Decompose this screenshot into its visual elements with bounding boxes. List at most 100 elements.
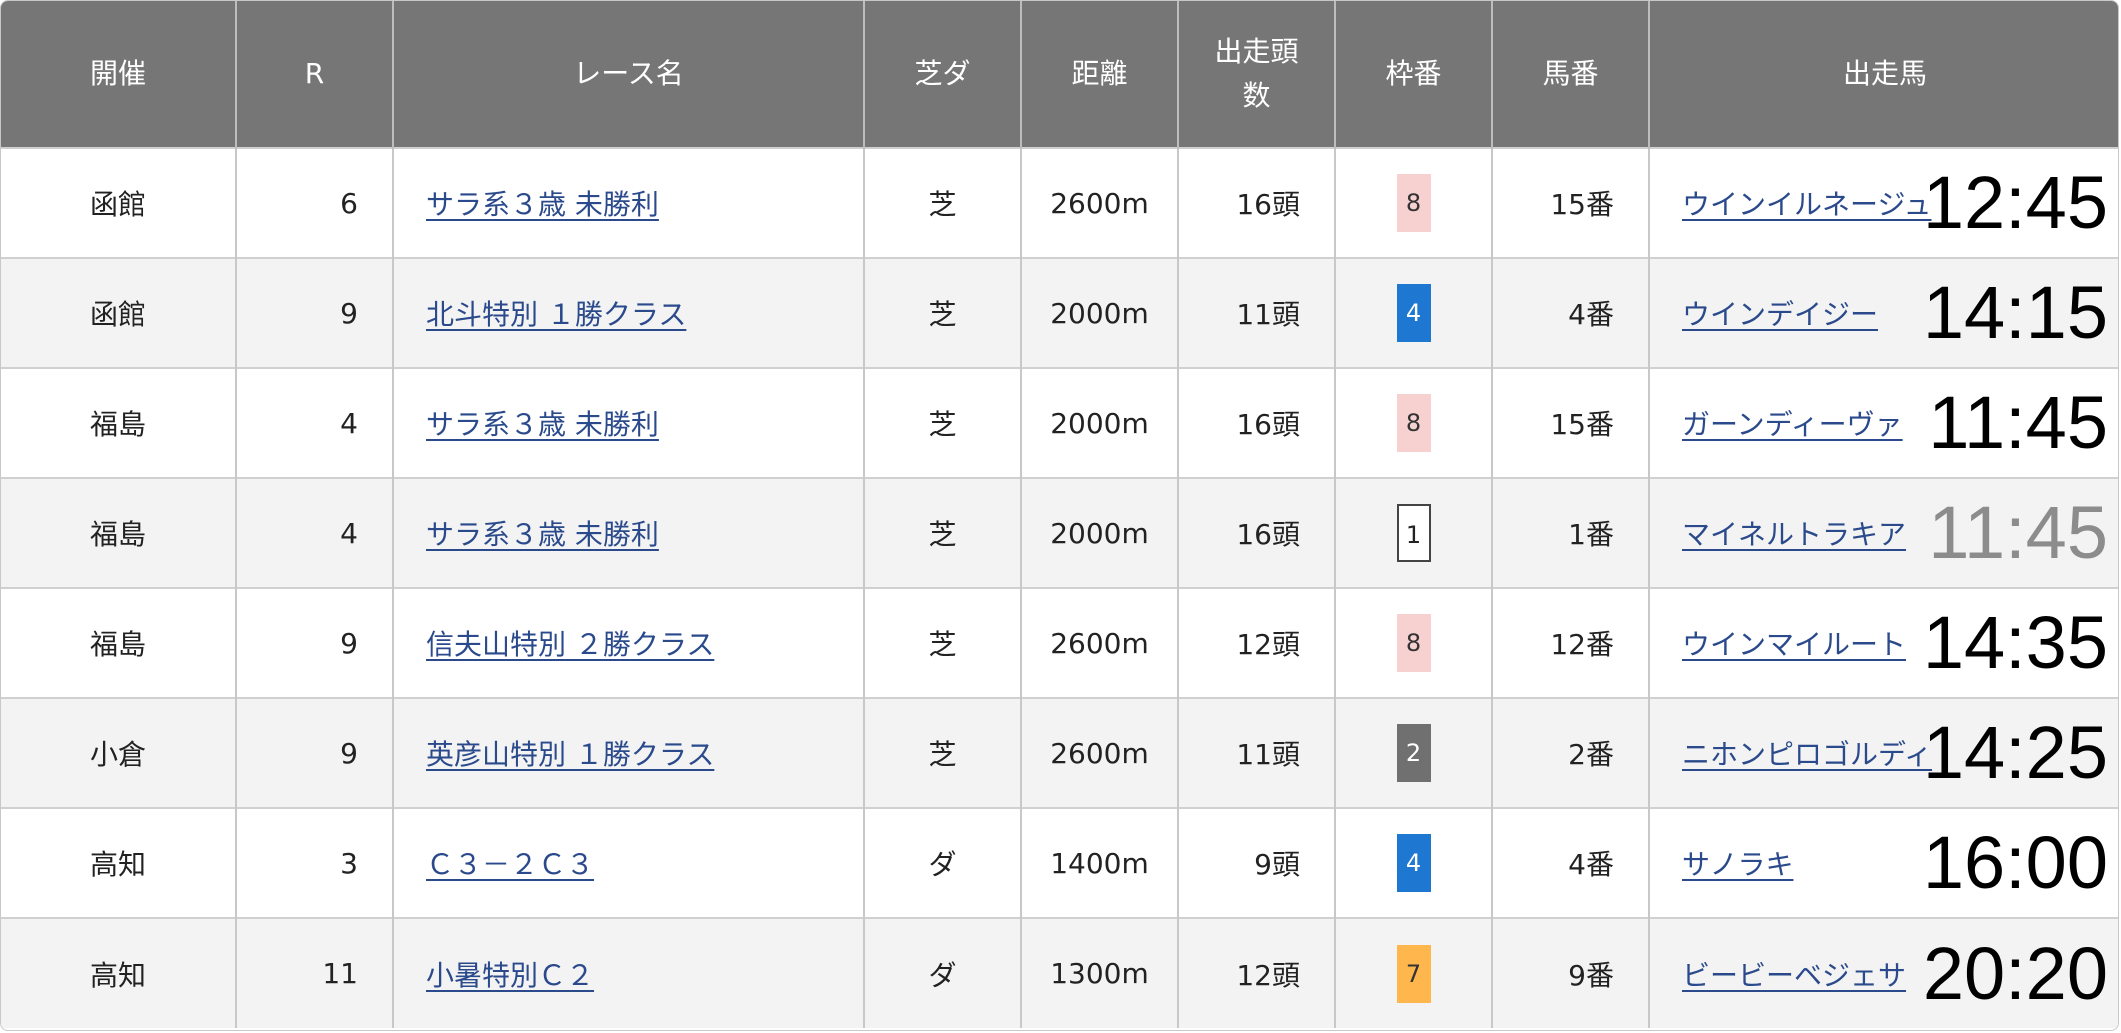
frame-number-badge: 4 [1396,284,1431,342]
race-number-cell: 4 [236,367,394,478]
venue-cell: 函館 [1,147,237,258]
race-name-cell: Ｃ３－２Ｃ３ [393,807,865,918]
horse-cell: ウインイルネージュ 12:45 [1649,147,2118,258]
race-name-cell: 英彦山特別 １勝クラス [393,697,865,808]
surface-cell: 芝 [864,697,1022,808]
venue-cell: 福島 [1,367,237,478]
race-name-link[interactable]: 小暑特別Ｃ２ [426,959,594,992]
venue-cell: 福島 [1,587,237,698]
frame-number-cell: 8 [1335,367,1493,478]
post-time: 14:15 [1922,271,2108,354]
frame-number-badge: 7 [1396,944,1431,1003]
frame-number-cell: 4 [1335,257,1493,368]
race-entries-table-container: 開催 R レース名 芝ダ 距離 出走頭数 枠番 馬番 出走馬 函館 6 サラ系３歳 … [0,0,2119,1031]
race-name-cell: 北斗特別 １勝クラス [393,257,865,368]
horse-cell: ニホンピロゴルディ 14:25 [1649,697,2118,808]
horse-cell: ガーンディーヴァ 11:45 [1649,367,2118,478]
frame-number-cell: 8 [1335,587,1493,698]
race-name-link[interactable]: 英彦山特別 １勝クラス [426,738,714,771]
race-number-cell: 6 [236,147,394,258]
horse-name-link[interactable]: ビービーベジェサ [1682,959,1906,992]
frame-number-cell: 7 [1335,917,1493,1028]
header-horse-number: 馬番 [1492,1,1650,148]
surface-cell: 芝 [864,257,1022,368]
race-name-link[interactable]: Ｃ３－２Ｃ３ [426,848,594,881]
frame-number-cell: 1 [1335,477,1493,588]
table-row: 高知 11 小暑特別Ｃ２ ダ 1300m 12頭 7 9番 ビービーベジェサ 20:20 [1,917,2118,1028]
post-time: 14:25 [1922,711,2108,794]
race-name-link[interactable]: サラ系３歳 未勝利 [426,408,659,441]
surface-cell: 芝 [864,367,1022,478]
post-time: 20:20 [1922,931,2108,1015]
frame-number-badge: 8 [1396,174,1431,232]
header-runners: 出走頭数 [1178,1,1336,148]
horse-name-link[interactable]: ガーンディーヴァ [1682,408,1903,441]
distance-cell: 2600m [1021,587,1179,698]
horse-cell: ビービーベジェサ 20:20 [1649,917,2118,1028]
runners-cell: 12頭 [1178,917,1336,1028]
distance-cell: 1300m [1021,917,1179,1028]
horse-number-cell: 1番 [1492,477,1650,588]
frame-number-badge: 2 [1396,724,1431,782]
horse-number-cell: 4番 [1492,257,1650,368]
race-number-cell: 4 [236,477,394,588]
runners-cell: 16頭 [1178,147,1336,258]
distance-cell: 1400m [1021,807,1179,918]
race-name-link[interactable]: 信夫山特別 ２勝クラス [426,628,714,661]
surface-cell: 芝 [864,587,1022,698]
header-race-name: レース名 [393,1,865,148]
venue-cell: 福島 [1,477,237,588]
horse-number-cell: 2番 [1492,697,1650,808]
race-name-cell: 信夫山特別 ２勝クラス [393,587,865,698]
race-name-link[interactable]: 北斗特別 １勝クラス [426,298,686,331]
horse-number-cell: 15番 [1492,367,1650,478]
table-row: 福島 4 サラ系３歳 未勝利 芝 2000m 16頭 8 15番 ガーンディーヴァ 11:45 [1,367,2118,478]
race-name-link[interactable]: サラ系３歳 未勝利 [426,188,659,221]
table-row: 高知 3 Ｃ３－２Ｃ３ ダ 1400m 9頭 4 4番 サノラキ 16:00 [1,807,2118,918]
race-number-cell: 9 [236,697,394,808]
header-runners-line2: 数 [1242,79,1271,112]
header-venue: 開催 [1,1,237,148]
race-entries-table: 開催 R レース名 芝ダ 距離 出走頭数 枠番 馬番 出走馬 函館 6 サラ系３歳 … [1,1,2118,1028]
header-runners-line1: 出走頭 [1214,35,1299,68]
runners-cell: 11頭 [1178,257,1336,368]
race-name-cell: サラ系３歳 未勝利 [393,477,865,588]
horse-name-link[interactable]: サノラキ [1682,848,1793,881]
horse-cell: サノラキ 16:00 [1649,807,2118,918]
header-distance: 距離 [1021,1,1179,148]
horse-name-link[interactable]: ニホンピロゴルディ [1682,738,1932,771]
race-name-link[interactable]: サラ系３歳 未勝利 [426,518,659,551]
horse-name-link[interactable]: マイネルトラキア [1682,518,1906,551]
distance-cell: 2600m [1021,697,1179,808]
header-horse: 出走馬 [1649,1,2118,148]
distance-cell: 2000m [1021,477,1179,588]
surface-cell: 芝 [864,147,1022,258]
frame-number-cell: 4 [1335,807,1493,918]
race-number-cell: 9 [236,587,394,698]
venue-cell: 高知 [1,807,237,918]
distance-cell: 2000m [1021,367,1179,478]
frame-number-badge: 8 [1396,614,1431,672]
post-time: 14:35 [1922,601,2108,684]
horse-number-cell: 4番 [1492,807,1650,918]
surface-cell: ダ [864,917,1022,1028]
race-name-cell: サラ系３歳 未勝利 [393,147,865,258]
frame-number-badge: 1 [1396,504,1431,562]
horse-cell: ウインマイルート 14:35 [1649,587,2118,698]
horse-name-link[interactable]: ウインマイルート [1682,628,1906,661]
frame-number-cell: 2 [1335,697,1493,808]
race-number-cell: 9 [236,257,394,368]
runners-cell: 9頭 [1178,807,1336,918]
race-name-cell: 小暑特別Ｃ２ [393,917,865,1028]
header-race-number: R [236,1,394,148]
horse-name-link[interactable]: ウインデイジー [1682,298,1878,331]
post-time: 12:45 [1922,161,2108,244]
table-row: 福島 9 信夫山特別 ２勝クラス 芝 2600m 12頭 8 12番 ウインマイルート 14:35 [1,587,2118,698]
header-surface: 芝ダ [864,1,1022,148]
table-row: 小倉 9 英彦山特別 １勝クラス 芝 2600m 11頭 2 2番 ニホンピロゴルディ 14:25 [1,697,2118,808]
runners-cell: 11頭 [1178,697,1336,808]
venue-cell: 高知 [1,917,237,1028]
horse-cell: マイネルトラキア 11:45 [1649,477,2118,588]
horse-name-link[interactable]: ウインイルネージュ [1682,188,1931,221]
runners-cell: 16頭 [1178,367,1336,478]
